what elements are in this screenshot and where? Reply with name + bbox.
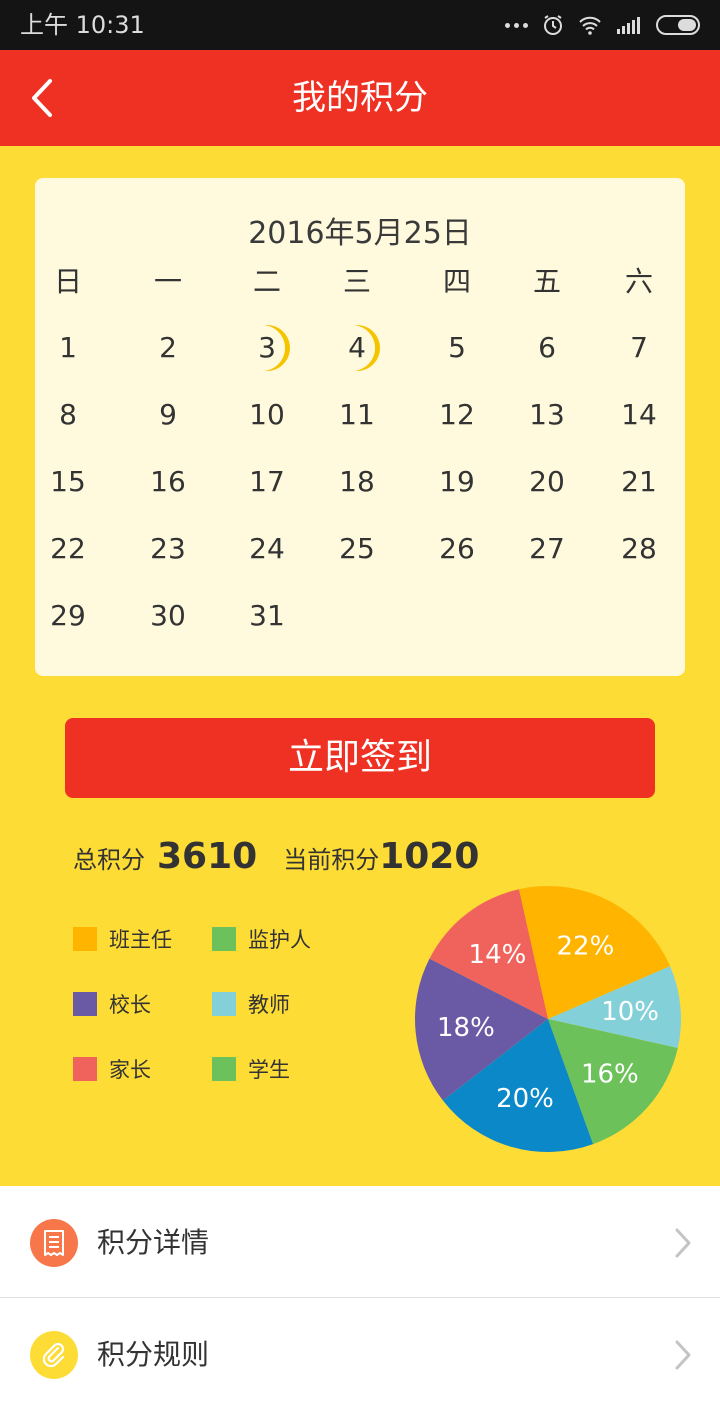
sign-in-button[interactable]: 立即签到 [65,718,655,798]
points-rules-label: 积分规则 [97,1338,210,1371]
current-points-label: 当前积分 [283,846,380,874]
points-rules-item[interactable]: 积分规则 [0,1299,720,1410]
wifi-icon [579,16,601,35]
pie-slice-label: 16% [581,1060,639,1090]
calendar-day[interactable]: 6 [507,328,587,368]
status-icons [505,12,700,38]
calendar-day[interactable]: 5 [417,328,497,368]
calendar-day[interactable]: 13 [507,395,587,435]
calendar: 2016年5月25日 日一二三四五六 1 2 3 4 5 6 7 8 9 10 11 12 13 14 15 1… [35,178,685,676]
legend-label: 家长 [109,1058,151,1082]
calendar-day[interactable]: 31 [227,596,307,636]
legend-swatch [73,1057,97,1081]
weekday-label: 六 [624,265,653,298]
legend-item: 学生 [212,1054,290,1084]
legend-label: 学生 [248,1058,290,1082]
pie-slice-label: 18% [437,1013,495,1043]
legend-label: 校长 [109,993,151,1017]
calendar-day[interactable]: 27 [507,529,587,569]
legend-item: 教师 [212,989,290,1019]
battery-icon [656,15,700,35]
more-dots-icon [505,22,528,28]
total-points-value: 3610 [157,836,258,877]
chevron-right-icon [675,1228,691,1258]
weekday-label: 二 [252,265,281,298]
points-details-label: 积分详情 [97,1226,210,1259]
calendar-day[interactable]: 3 [227,328,307,368]
legend-item: 监护人 [212,924,311,954]
calendar-day[interactable]: 9 [128,395,208,435]
calendar-day[interactable]: 19 [417,462,497,502]
total-points-label: 总积分 [73,846,145,874]
calendar-day[interactable]: 30 [128,596,208,636]
weekday-label: 日 [53,265,82,298]
calendar-day[interactable]: 4 [317,328,397,368]
page-title: 我的积分 [292,78,428,118]
weekday-label: 五 [532,265,561,298]
weekday-label: 三 [342,265,371,298]
legend-swatch [212,992,236,1016]
points-pie-chart: 22% 10% 16% 20% 18% 14% [415,886,681,1152]
legend-swatch [73,927,97,951]
legend-item: 校长 [73,989,151,1019]
legend-label: 班主任 [109,928,172,952]
legend-item: 家长 [73,1054,151,1084]
pie-slice-label: 22% [557,932,615,962]
status-time: 上午 10:31 [20,11,145,39]
calendar-day[interactable]: 18 [317,462,397,502]
calendar-day[interactable]: 26 [417,529,497,569]
alarm-icon [544,15,562,35]
status-bar: 上午 10:31 [0,0,720,50]
list-divider [0,1297,720,1298]
pie-slice-label: 14% [469,940,527,970]
calendar-day[interactable]: 16 [128,462,208,502]
calendar-day[interactable]: 28 [599,529,679,569]
receipt-icon [30,1219,78,1267]
current-points-value: 1020 [379,836,480,877]
weekday-label: 一 [153,265,182,298]
paperclip-icon [30,1331,78,1379]
calendar-day[interactable]: 25 [317,529,397,569]
points-panel: 2016年5月25日 日一二三四五六 1 2 3 4 5 6 7 8 9 10 11 12 13 14 15 1… [0,146,720,1186]
app-header: 我的积分 [0,50,720,146]
pie-slice-label: 10% [601,997,659,1027]
weekday-label: 四 [442,265,471,298]
calendar-day[interactable]: 8 [28,395,108,435]
calendar-day[interactable]: 14 [599,395,679,435]
pie-slice-label: 20% [496,1084,554,1114]
calendar-date: 2016年5月25日 [248,216,472,251]
calendar-day[interactable]: 1 [28,328,108,368]
calendar-day[interactable]: 29 [28,596,108,636]
calendar-day[interactable]: 7 [599,328,679,368]
points-details-item[interactable]: 积分详情 [0,1187,720,1298]
signal-icon [617,17,640,34]
legend-swatch [212,927,236,951]
calendar-day[interactable]: 23 [128,529,208,569]
calendar-day[interactable]: 11 [317,395,397,435]
calendar-day[interactable]: 12 [417,395,497,435]
calendar-day[interactable]: 22 [28,529,108,569]
legend-swatch [73,992,97,1016]
calendar-day[interactable]: 10 [227,395,307,435]
legend-label: 教师 [248,993,290,1017]
calendar-day[interactable]: 2 [128,328,208,368]
calendar-day[interactable]: 17 [227,462,307,502]
points-summary: 总积分 3610 当前积分 1020 [73,836,479,886]
calendar-day[interactable]: 24 [227,529,307,569]
legend-label: 监护人 [248,928,311,952]
chevron-right-icon [675,1340,691,1370]
legend-swatch [212,1057,236,1081]
calendar-day[interactable]: 15 [28,462,108,502]
legend-item: 班主任 [73,924,172,954]
calendar-day[interactable]: 21 [599,462,679,502]
calendar-day[interactable]: 20 [507,462,587,502]
